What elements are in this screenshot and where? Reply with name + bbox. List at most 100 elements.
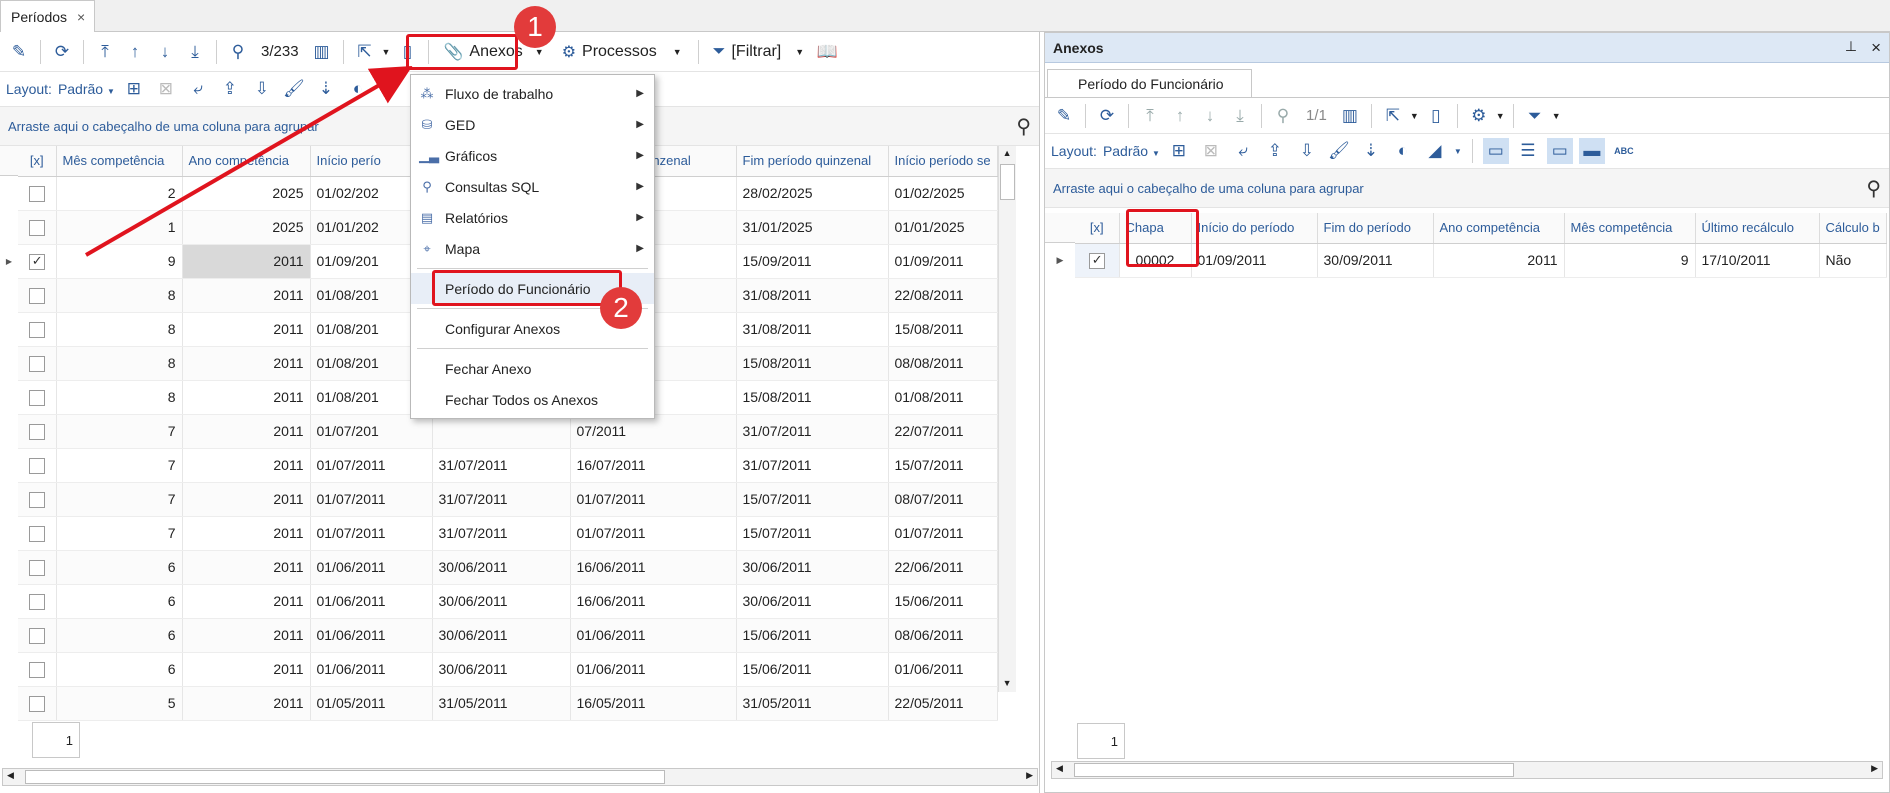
close-icon[interactable]: ×: [77, 9, 85, 25]
download-layout-icon[interactable]: ⇩: [1294, 138, 1320, 164]
col-ano-competencia[interactable]: Ano competência: [182, 146, 311, 177]
table-row[interactable]: 7 2011 01/07/2011 31/07/2011 01/07/2011 15/07…: [18, 482, 998, 517]
table-row[interactable]: 6 2011 01/06/2011 30/06/2011 16/06/2011 30/06…: [18, 584, 998, 619]
col-fim-quinzenal[interactable]: Fim período quinzenal: [736, 146, 889, 177]
scroll-left-icon[interactable]: ◀: [7, 770, 14, 781]
download-layout-icon[interactable]: ⇩: [249, 76, 275, 102]
row-checkbox[interactable]: [28, 423, 45, 440]
export-icon[interactable]: ⇱: [1380, 103, 1406, 129]
col-select[interactable]: [x]: [18, 146, 57, 177]
scroll-right-icon[interactable]: ▶: [1871, 763, 1878, 774]
table-row[interactable]: 7 2011 01/07/2011 31/07/2011 01/07/2011 15/07…: [18, 516, 998, 551]
search-icon[interactable]: ⚲: [225, 39, 251, 65]
col-ultimo-recalculo[interactable]: Último recálculo: [1695, 213, 1820, 244]
view-bottom-icon[interactable]: ▭: [1482, 138, 1509, 164]
col-inicio-semanal[interactable]: Início período se: [888, 146, 998, 177]
row-checkbox[interactable]: [28, 185, 45, 202]
menu-item-mapa[interactable]: ⌖ Mapa ▶: [411, 233, 654, 264]
view-middle-icon[interactable]: ▬: [1578, 138, 1605, 164]
row-checkbox[interactable]: [28, 321, 45, 338]
edit-icon[interactable]: ✎: [6, 39, 32, 65]
scroll-up-icon[interactable]: ▲: [999, 148, 1016, 158]
save-layout-icon[interactable]: ⤶: [185, 76, 211, 102]
row-checkbox-cell[interactable]: [18, 380, 57, 415]
row-checkbox-cell[interactable]: [18, 278, 57, 313]
row-checkbox[interactable]: [28, 253, 45, 270]
scroll-left-icon[interactable]: ◀: [1056, 763, 1063, 774]
row-checkbox-cell[interactable]: [1075, 243, 1120, 278]
row-checkbox[interactable]: [28, 287, 45, 304]
add-layout-icon[interactable]: ⊞: [1166, 138, 1192, 164]
search-icon[interactable]: ⚲: [1016, 114, 1031, 139]
col-mes-competencia[interactable]: Mês competência: [1564, 213, 1696, 244]
table-row[interactable]: 7 2011 01/07/2011 31/07/2011 16/07/2011 31/07…: [18, 448, 998, 483]
pin-icon[interactable]: ⇣: [1358, 138, 1384, 164]
scrollbar-thumb[interactable]: [1074, 763, 1514, 777]
row-checkbox[interactable]: [28, 389, 45, 406]
row-checkbox[interactable]: [28, 627, 45, 644]
menu-item-fechar-anexo[interactable]: Fechar Anexo: [411, 353, 654, 384]
page-number-box[interactable]: 1: [32, 722, 80, 758]
chevron-down-icon[interactable]: ▼: [673, 47, 682, 57]
scroll-down-icon[interactable]: ▼: [999, 678, 1016, 688]
row-checkbox-cell[interactable]: [18, 618, 57, 653]
close-icon[interactable]: ×: [1871, 38, 1881, 58]
columns-icon[interactable]: ▥: [309, 39, 335, 65]
col-mes-competencia[interactable]: Mês competência: [56, 146, 183, 177]
col-select[interactable]: [x]: [1075, 213, 1120, 244]
row-checkbox-cell[interactable]: [18, 210, 57, 245]
row-checkbox[interactable]: [28, 661, 45, 678]
color-icon[interactable]: ◐: [345, 76, 371, 102]
layout-select[interactable]: Padrão ▼: [58, 81, 115, 97]
table-row[interactable]: 7 2011 01/07/201 07/2011 31/07/2011 22/07/201…: [18, 414, 998, 449]
row-checkbox[interactable]: [28, 491, 45, 508]
anexos-group-by-area[interactable]: Arraste aqui o cabeçalho de uma coluna p…: [1045, 168, 1889, 208]
edit-icon[interactable]: ✎: [1051, 103, 1077, 129]
refresh-icon[interactable]: ⟳: [1094, 103, 1120, 129]
row-checkbox-cell[interactable]: [18, 584, 57, 619]
add-layout-icon[interactable]: ⊞: [121, 76, 147, 102]
row-checkbox-cell[interactable]: [18, 176, 57, 211]
paint-icon[interactable]: 🖌: [281, 76, 307, 102]
view-split-icon[interactable]: ☰: [1515, 138, 1541, 164]
row-checkbox-cell[interactable]: [18, 312, 57, 347]
row-checkbox[interactable]: [28, 457, 45, 474]
row-checkbox[interactable]: [1088, 252, 1105, 269]
pin-icon[interactable]: ⇣: [313, 76, 339, 102]
table-row[interactable]: 6 2011 01/06/2011 30/06/2011 16/06/2011 30/06…: [18, 550, 998, 585]
scrollbar-thumb[interactable]: [25, 770, 665, 784]
save-layout-icon[interactable]: ⤶: [1230, 138, 1256, 164]
tab-periodos[interactable]: Períodos ×: [0, 0, 95, 32]
row-checkbox-cell[interactable]: [18, 482, 57, 517]
menu-item-ged[interactable]: ⛁ GED ▶: [411, 109, 654, 140]
scroll-right-icon[interactable]: ▶: [1026, 770, 1033, 781]
chevron-down-icon[interactable]: ▼: [1552, 111, 1561, 121]
previous-record-icon[interactable]: ↑: [122, 39, 148, 65]
scrollbar-thumb[interactable]: [999, 164, 1015, 200]
menu-item-relat-rios[interactable]: ▤ Relatórios ▶: [411, 202, 654, 233]
row-checkbox[interactable]: [28, 525, 45, 542]
row-checkbox-cell[interactable]: [18, 516, 57, 551]
horizontal-scrollbar[interactable]: ◀ ▶: [1051, 761, 1883, 779]
menu-item-consultas-sql[interactable]: ⚲ Consultas SQL ▶: [411, 171, 654, 202]
last-record-icon[interactable]: ⤓: [182, 39, 208, 65]
chart-style-icon[interactable]: ◢: [1422, 138, 1448, 164]
horizontal-scrollbar[interactable]: ◀ ▶: [2, 768, 1038, 786]
row-checkbox[interactable]: [28, 559, 45, 576]
gear-icon[interactable]: ⚙: [1466, 103, 1492, 129]
col-fim-periodo[interactable]: Fim do período: [1317, 213, 1434, 244]
row-checkbox[interactable]: [28, 355, 45, 372]
row-checkbox-cell[interactable]: [18, 652, 57, 687]
menu-item-gr-ficos[interactable]: ▁▃ Gráficos ▶: [411, 140, 654, 171]
processos-button[interactable]: ⚙ Processos ▼: [554, 42, 690, 62]
book-icon[interactable]: 📖: [814, 39, 840, 65]
refresh-icon[interactable]: ⟳: [49, 39, 75, 65]
columns-icon[interactable]: ▥: [1337, 103, 1363, 129]
row-checkbox-cell[interactable]: [18, 244, 57, 279]
color-icon[interactable]: ◐: [1390, 138, 1416, 164]
row-checkbox-cell[interactable]: [18, 550, 57, 585]
export-dropdown-icon[interactable]: ▼: [382, 47, 391, 57]
page-number-box[interactable]: 1: [1077, 723, 1125, 759]
pin-icon[interactable]: ⊥: [1845, 38, 1857, 58]
col-ano-competencia[interactable]: Ano competência: [1433, 213, 1565, 244]
